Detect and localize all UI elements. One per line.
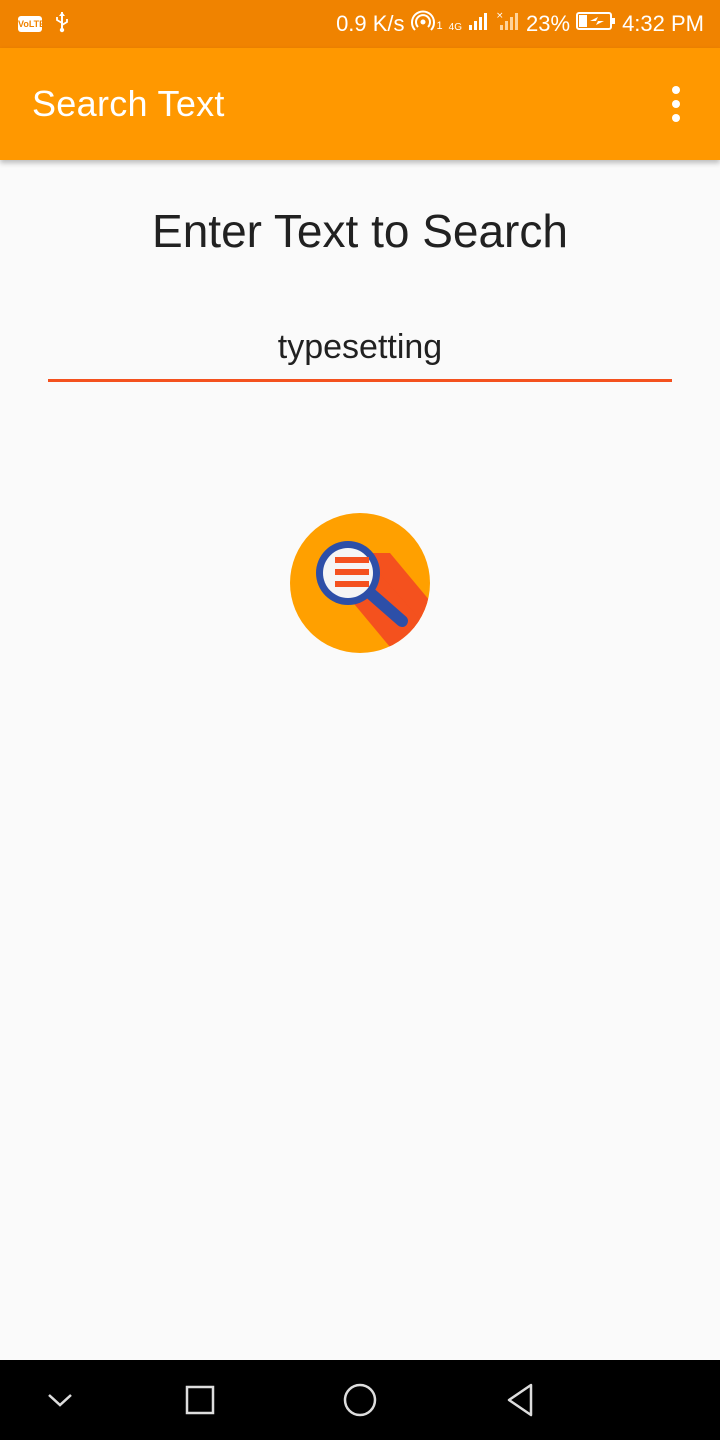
usb-icon xyxy=(54,11,70,37)
app-bar: Search Text xyxy=(0,48,720,160)
clock: 4:32 PM xyxy=(622,11,704,36)
recents-icon[interactable] xyxy=(150,1360,250,1440)
menu-dot xyxy=(672,100,680,108)
signal-sim2-icon: × xyxy=(496,10,520,38)
status-bar: VoLTE 0.9 K/s 1 4G × 23% 4:32 PM xyxy=(0,0,720,48)
more-vert-icon[interactable] xyxy=(656,76,696,132)
nav-bar xyxy=(0,1360,720,1440)
svg-text:×: × xyxy=(496,11,504,21)
search-input[interactable] xyxy=(48,326,672,382)
search-document-icon xyxy=(290,513,430,653)
volte-icon: VoLTE xyxy=(18,16,45,32)
page-heading: Enter Text to Search xyxy=(152,205,568,257)
battery-percent: 23% xyxy=(526,11,571,36)
status-right-icons: 0.9 K/s 1 4G × 23% 4:32 PM xyxy=(336,10,704,38)
search-button[interactable] xyxy=(290,513,430,653)
network-speed: 0.9 K/s xyxy=(336,11,405,36)
app-title: Search Text xyxy=(32,83,225,124)
menu-dot xyxy=(672,86,680,94)
home-icon[interactable] xyxy=(310,1360,410,1440)
sim1-label: 1 xyxy=(436,20,443,32)
hotspot-icon xyxy=(410,10,437,38)
menu-dot xyxy=(672,114,680,122)
network-type: 4G xyxy=(448,22,463,33)
signal-icon xyxy=(468,11,490,37)
battery-charging-icon xyxy=(576,11,616,37)
back-icon[interactable] xyxy=(470,1360,570,1440)
status-left-icons: VoLTE xyxy=(18,11,70,37)
collapse-icon[interactable] xyxy=(10,1360,110,1440)
